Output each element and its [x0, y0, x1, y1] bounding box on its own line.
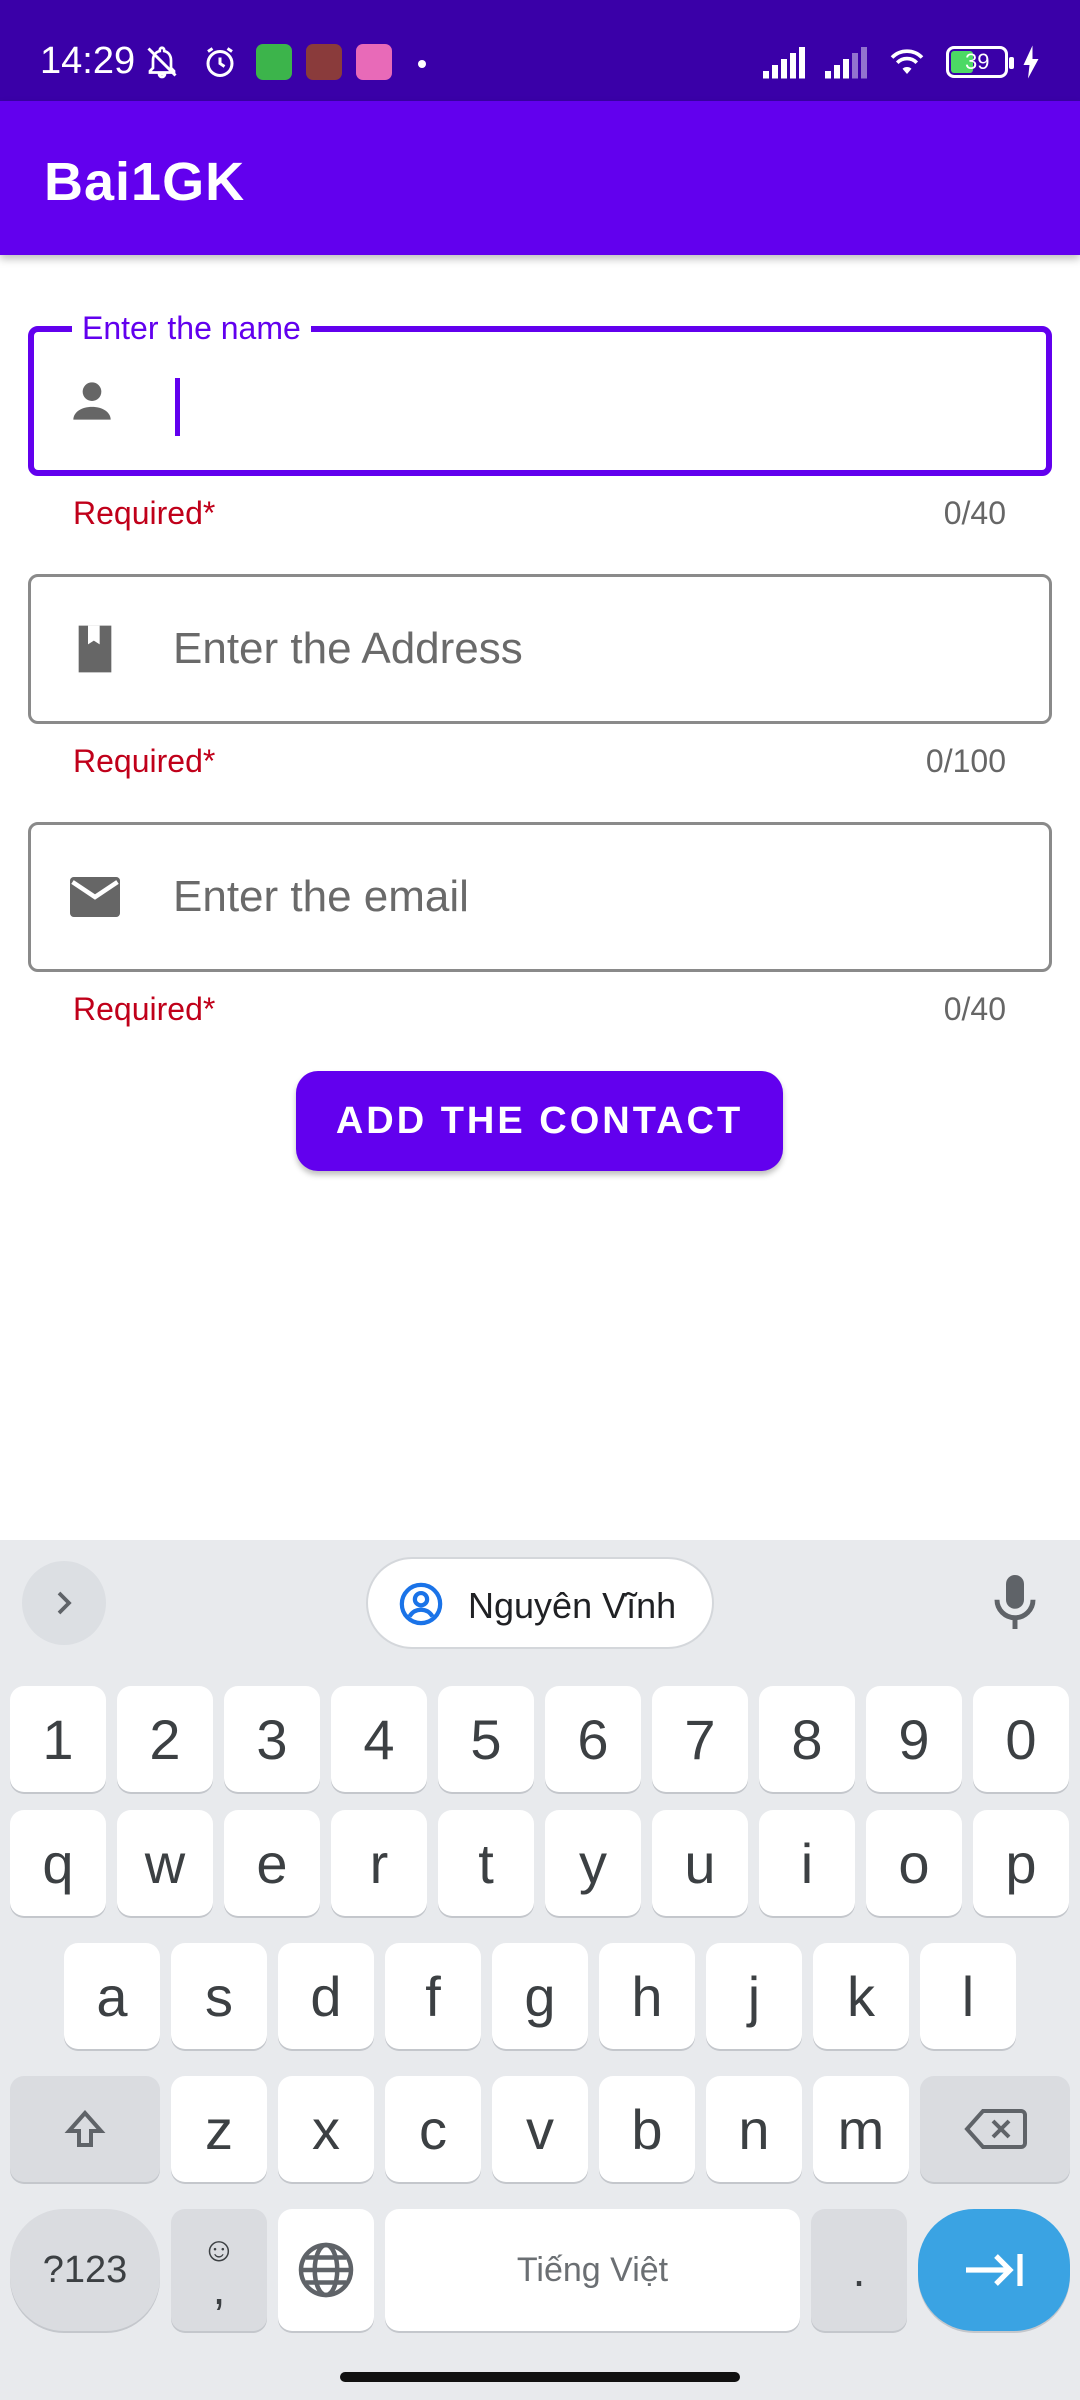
navigation-gesture-handle[interactable] — [340, 2372, 740, 2382]
comma-emoji-key[interactable]: ☺ , — [171, 2209, 267, 2331]
tab-next-icon — [966, 2254, 1023, 2286]
space-key-label: Tiếng Việt — [516, 2250, 669, 2289]
name-char-counter: 0/40 — [943, 495, 1006, 531]
app-notification-icon — [256, 44, 292, 80]
key-i[interactable]: i — [759, 1810, 855, 1916]
key-f[interactable]: f — [385, 1943, 481, 2049]
add-contact-button[interactable]: ADD THE CONTACT — [296, 1071, 783, 1171]
key-2[interactable]: 2 — [117, 1686, 213, 1792]
key-x[interactable]: x — [278, 2076, 374, 2182]
key-8[interactable]: 8 — [759, 1686, 855, 1792]
key-0[interactable]: 0 — [973, 1686, 1069, 1792]
on-screen-keyboard: Nguyên Vĩnh 1 2 3 4 5 6 7 8 9 0 q w e r … — [0, 1540, 1080, 2400]
key-k[interactable]: k — [813, 1943, 909, 2049]
key-v[interactable]: v — [492, 2076, 588, 2182]
screen: 14:29 39 Bai1GK Enter the name Required*… — [0, 0, 1080, 2400]
app-bar: Bai1GK — [0, 101, 1080, 255]
book-icon — [78, 625, 112, 673]
key-a[interactable]: a — [64, 1943, 160, 2049]
key-t[interactable]: t — [438, 1810, 534, 1916]
key-1[interactable]: 1 — [10, 1686, 106, 1792]
address-placeholder: Enter the Address — [173, 624, 523, 673]
key-3[interactable]: 3 — [224, 1686, 320, 1792]
key-7[interactable]: 7 — [652, 1686, 748, 1792]
email-char-counter: 0/40 — [943, 991, 1006, 1027]
globe-icon — [298, 2242, 354, 2298]
name-helper-text: Required* — [73, 495, 216, 531]
alarm-icon — [206, 47, 234, 77]
shift-key[interactable] — [10, 2076, 160, 2182]
key-d[interactable]: d — [278, 1943, 374, 2049]
expand-toolbar-button[interactable] — [22, 1561, 106, 1645]
text-cursor — [175, 378, 180, 436]
key-j[interactable]: j — [706, 1943, 802, 2049]
backspace-icon — [964, 2109, 1027, 2149]
key-4[interactable]: 4 — [331, 1686, 427, 1792]
key-n[interactable]: n — [706, 2076, 802, 2182]
signal-strength-icon — [825, 47, 867, 79]
period-key[interactable]: . — [811, 2209, 907, 2331]
key-6[interactable]: 6 — [545, 1686, 641, 1792]
charging-icon — [1023, 45, 1039, 79]
key-s[interactable]: s — [171, 1943, 267, 2049]
key-9[interactable]: 9 — [866, 1686, 962, 1792]
signal-strength-icon — [763, 47, 805, 79]
symbols-key-label: ?123 — [42, 2248, 128, 2291]
symbols-key[interactable]: ?123 — [10, 2209, 160, 2331]
name-field-label: Enter the name — [72, 310, 311, 347]
address-helper-text: Required* — [73, 743, 216, 779]
key-e[interactable]: e — [224, 1810, 320, 1916]
app-notification-icon — [356, 44, 392, 80]
address-char-counter: 0/100 — [925, 743, 1006, 779]
backspace-key[interactable] — [920, 2076, 1070, 2182]
battery-level: 39 — [965, 49, 990, 74]
chevron-right-icon — [57, 1591, 72, 1615]
wifi-icon — [890, 49, 924, 74]
key-b[interactable]: b — [599, 2076, 695, 2182]
key-o[interactable]: o — [866, 1810, 962, 1916]
more-notifications-dot — [418, 60, 426, 68]
account-circle-icon — [399, 1582, 443, 1626]
key-p[interactable]: p — [973, 1810, 1069, 1916]
key-c[interactable]: c — [385, 2076, 481, 2182]
key-l[interactable]: l — [920, 1943, 1016, 2049]
keyboard-toolbar: Nguyên Vĩnh — [0, 1540, 1080, 1670]
period-label: . — [852, 2244, 866, 2296]
microphone-icon[interactable] — [988, 1570, 1042, 1634]
email-placeholder: Enter the email — [173, 872, 469, 921]
key-u[interactable]: u — [652, 1810, 748, 1916]
app-notification-icon — [306, 44, 342, 80]
app-title: Bai1GK — [44, 152, 246, 212]
status-time: 14:29 — [40, 40, 136, 82]
address-field[interactable]: Enter the Address — [28, 574, 1052, 724]
key-z[interactable]: z — [171, 2076, 267, 2182]
suggestion-label: Nguyên Vĩnh — [468, 1585, 677, 1626]
status-bar: 14:29 39 — [0, 0, 1080, 101]
key-q[interactable]: q — [10, 1810, 106, 1916]
autofill-suggestion-chip[interactable]: Nguyên Vĩnh — [366, 1557, 714, 1649]
key-r[interactable]: r — [331, 1810, 427, 1916]
key-m[interactable]: m — [813, 2076, 909, 2182]
name-field[interactable]: Enter the name — [28, 310, 1052, 476]
key-y[interactable]: y — [545, 1810, 641, 1916]
key-w[interactable]: w — [117, 1810, 213, 1916]
key-h[interactable]: h — [599, 1943, 695, 2049]
next-field-key[interactable] — [918, 2209, 1070, 2331]
shift-arrow-icon — [64, 2109, 106, 2147]
key-5[interactable]: 5 — [438, 1686, 534, 1792]
comma-label: , — [212, 2262, 226, 2314]
email-field[interactable]: Enter the email — [28, 822, 1052, 972]
person-icon — [73, 382, 111, 420]
space-key[interactable]: Tiếng Việt — [385, 2209, 800, 2331]
battery-icon: 39 — [946, 46, 1014, 78]
mute-notifications-icon — [147, 46, 177, 79]
language-switch-key[interactable] — [278, 2209, 374, 2331]
mail-icon — [70, 877, 120, 917]
key-g[interactable]: g — [492, 1943, 588, 2049]
email-helper-text: Required* — [73, 991, 216, 1027]
